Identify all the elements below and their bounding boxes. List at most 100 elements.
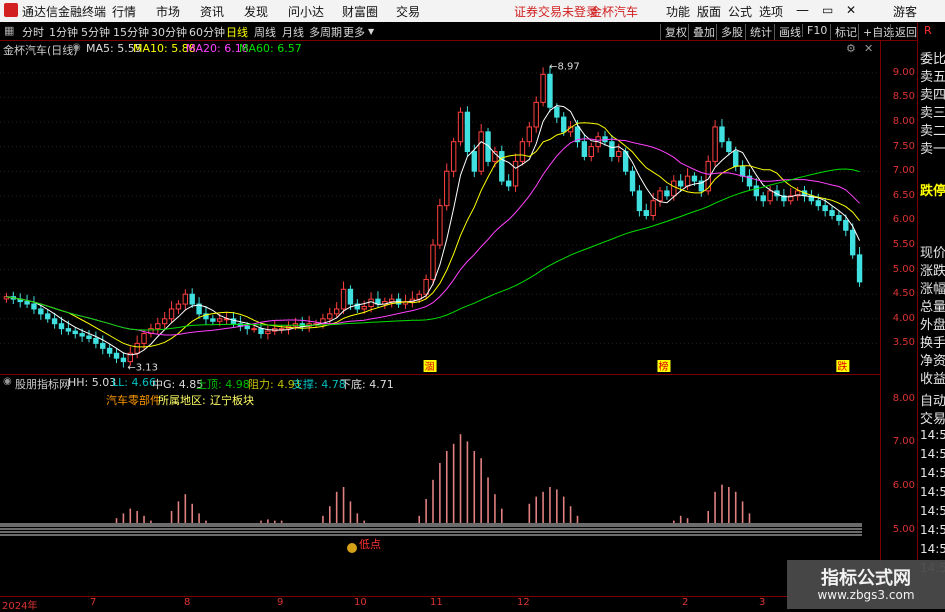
indicator-toggle-icon[interactable]: ◉ bbox=[3, 376, 12, 387]
menu-market[interactable]: 市场 bbox=[156, 3, 180, 20]
price-tick: 3.50 bbox=[892, 337, 915, 349]
candle-body bbox=[141, 333, 147, 344]
tab-period-more[interactable]: 更多 bbox=[343, 24, 365, 40]
sidebar-r-icon[interactable]: R bbox=[924, 24, 932, 37]
login-status[interactable]: 证券交易未登录 bbox=[514, 3, 598, 20]
quote-sidebar: R委比卖五卖四卖三卖二卖一跌停现价涨跌涨幅总量外盘换手净资收益自动交易14:56… bbox=[917, 22, 945, 609]
restore-icon[interactable]: ▭ bbox=[822, 3, 833, 17]
close-icon[interactable]: ✕ bbox=[846, 3, 856, 17]
tab-period-monthly[interactable]: 月线 bbox=[282, 24, 304, 40]
candle-body bbox=[38, 308, 44, 315]
candle-body bbox=[616, 151, 622, 157]
candle-body bbox=[533, 101, 539, 128]
candle-body bbox=[368, 298, 374, 308]
candle-body bbox=[822, 205, 828, 212]
candlestick-chart[interactable]: ←8.97 ←3.13 涸 榜 跌 bbox=[0, 57, 880, 374]
candle-body bbox=[258, 328, 264, 335]
candle-body bbox=[739, 165, 746, 177]
candle-body bbox=[24, 301, 30, 305]
candle-body bbox=[540, 73, 546, 103]
candle-body bbox=[753, 185, 760, 197]
multi-stock-button[interactable]: 多股 bbox=[716, 24, 747, 40]
more-chevron-icon[interactable]: ▼ bbox=[368, 27, 374, 36]
marker-3: 跌 bbox=[837, 360, 847, 373]
candle-body bbox=[450, 141, 457, 172]
draw-button[interactable]: 画线 bbox=[774, 24, 805, 40]
menu-wealth[interactable]: 财富圈 bbox=[342, 3, 378, 20]
tab-period-daily[interactable]: 日线 bbox=[226, 24, 248, 40]
trade-time: 14:56 bbox=[920, 447, 945, 461]
candle-body bbox=[113, 352, 120, 359]
price-tick: 5.00 bbox=[892, 263, 915, 275]
candle-body bbox=[423, 278, 429, 295]
candle-body bbox=[244, 325, 250, 330]
sidebar-label: 涨幅 bbox=[920, 282, 945, 297]
menu-formula[interactable]: 公式 bbox=[728, 3, 752, 20]
close-chart-icon[interactable]: ✕ bbox=[864, 42, 873, 55]
price-tick: 4.00 bbox=[892, 312, 915, 324]
menu-trade[interactable]: 交易 bbox=[396, 3, 420, 20]
candle-body bbox=[636, 190, 643, 212]
date-tick: 11 bbox=[430, 597, 443, 608]
tab-period-1min[interactable]: 1分钟 bbox=[49, 24, 78, 40]
f10-button[interactable]: F10 bbox=[802, 24, 831, 37]
sidebar-label: 外盘 bbox=[920, 318, 945, 333]
stats-button[interactable]: 统计 bbox=[745, 24, 776, 40]
sidebar-label: 交易 bbox=[920, 412, 945, 427]
candle-body bbox=[657, 190, 663, 202]
grid-icon[interactable]: ▦ bbox=[4, 24, 14, 37]
tab-period-5min[interactable]: 5分钟 bbox=[81, 24, 110, 40]
minimize-icon[interactable]: — bbox=[796, 3, 809, 18]
sidebar-label: 涨跌 bbox=[920, 264, 945, 279]
sidebar-label: 净资 bbox=[920, 354, 945, 369]
candle-body bbox=[333, 308, 340, 315]
tab-period-multi[interactable]: 多周期 bbox=[309, 24, 342, 40]
app-logo-icon bbox=[4, 3, 18, 17]
menu-news[interactable]: 资讯 bbox=[200, 3, 224, 20]
date-tick: 8 bbox=[184, 597, 191, 608]
menu-quotes[interactable]: 行情 bbox=[112, 3, 136, 20]
tab-period-15min[interactable]: 15分钟 bbox=[113, 24, 149, 40]
mark-button[interactable]: 标记 bbox=[830, 24, 861, 40]
date-tick: 7 bbox=[90, 597, 97, 608]
menu-ask[interactable]: 问小达 bbox=[288, 3, 324, 20]
candle-body bbox=[684, 175, 691, 187]
candle-body bbox=[843, 219, 849, 231]
high-price-label: ←8.97 bbox=[549, 61, 580, 72]
candle-body bbox=[719, 126, 725, 143]
candle-body bbox=[155, 323, 161, 330]
overlay-button[interactable]: 叠加 bbox=[688, 24, 719, 40]
watermark-title: 指标公式网 bbox=[821, 568, 911, 589]
marker-2: 榜 bbox=[658, 360, 668, 373]
candle-body bbox=[471, 151, 477, 172]
user-label[interactable]: 游客 bbox=[893, 3, 917, 20]
price-tick: 8.50 bbox=[892, 91, 915, 103]
date-tick: 10 bbox=[354, 597, 367, 608]
sidebar-label: 总量 bbox=[920, 300, 945, 315]
tab-period-minute[interactable]: 分时 bbox=[22, 24, 44, 40]
ma5-line bbox=[6, 105, 861, 356]
adjust-button[interactable]: 复权 bbox=[660, 24, 691, 40]
candle-body bbox=[134, 342, 140, 354]
indicator-chart[interactable]: 低点 bbox=[0, 390, 880, 596]
sidebar-label: 卖四 bbox=[920, 88, 945, 103]
trade-time: 14:56 bbox=[920, 523, 945, 537]
tab-period-60min[interactable]: 60分钟 bbox=[189, 24, 225, 40]
candle-body bbox=[629, 170, 636, 192]
menu-function[interactable]: 功能 bbox=[666, 3, 690, 20]
tab-period-30min[interactable]: 30分钟 bbox=[151, 24, 187, 40]
tab-period-weekly[interactable]: 周线 bbox=[254, 24, 276, 40]
buy-point-label: 低点 bbox=[359, 538, 381, 551]
menu-layout[interactable]: 版面 bbox=[697, 3, 721, 20]
menu-options[interactable]: 选项 bbox=[759, 3, 783, 20]
main-chart-info: 金杯汽车(日线) ◉ MA5: 5.55 MA10: 5.88 MA20: 6.… bbox=[0, 41, 880, 57]
chevron-down-icon[interactable]: ◉ bbox=[72, 42, 81, 53]
settings-icon[interactable]: ⚙ bbox=[846, 42, 856, 55]
candle-body bbox=[464, 111, 471, 153]
date-tick: 9 bbox=[277, 597, 284, 608]
ll-value: LL: 4.66 bbox=[112, 376, 156, 389]
candle-body bbox=[444, 170, 450, 207]
candle-body bbox=[829, 210, 835, 216]
menu-discover[interactable]: 发现 bbox=[244, 3, 268, 20]
candle-body bbox=[588, 146, 594, 157]
